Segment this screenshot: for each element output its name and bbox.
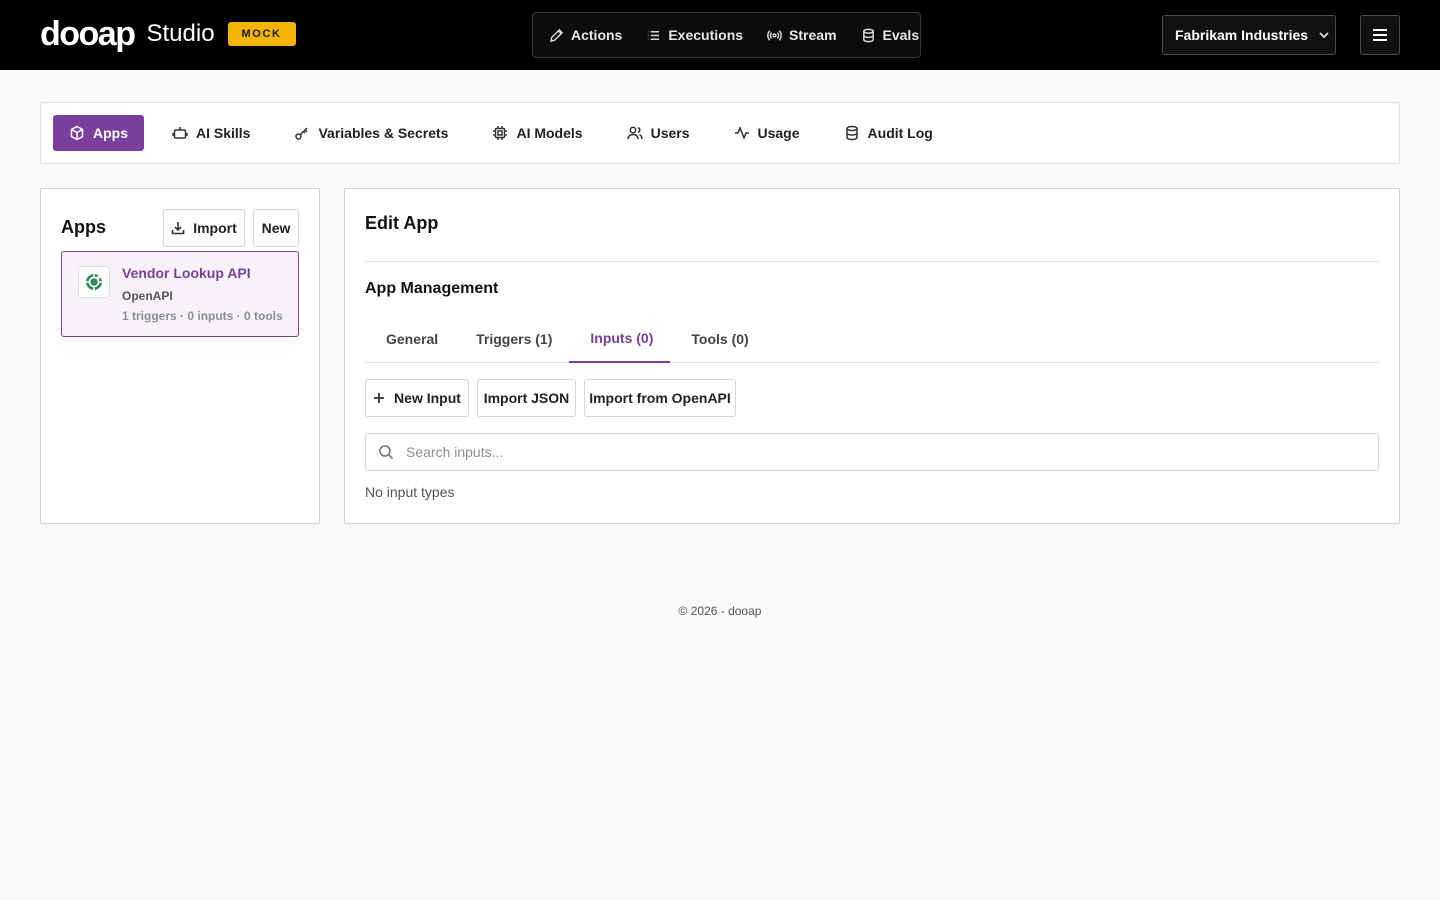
topnav-evals[interactable]: Evals [861, 27, 920, 43]
menu-button[interactable] [1360, 15, 1400, 55]
org-name: Fabrikam Industries [1175, 27, 1309, 43]
topnav-label: Evals [882, 27, 920, 43]
topnav-label: Executions [668, 27, 744, 43]
tab-label: Triggers (1) [476, 331, 553, 347]
topnav-label: Stream [789, 27, 837, 43]
section-tabs: Apps AI Skills Variables & Secrets AI Mo… [40, 102, 1400, 164]
tab-general[interactable]: General [365, 319, 455, 363]
topnav-actions[interactable]: Actions [549, 27, 622, 43]
tab-ai-models[interactable]: AI Models [476, 115, 598, 151]
hamburger-icon [1373, 29, 1387, 41]
tab-label: Audit Log [867, 125, 933, 141]
new-input-button[interactable]: New Input [365, 379, 469, 417]
tab-apps[interactable]: Apps [53, 115, 144, 151]
tab-ai-skills[interactable]: AI Skills [156, 115, 266, 151]
search-icon [379, 445, 394, 460]
tab-label: AI Models [516, 125, 583, 141]
tab-tools[interactable]: Tools (0) [670, 319, 765, 363]
chip-icon [493, 126, 508, 140]
new-input-label: New Input [394, 390, 461, 406]
users-icon [626, 126, 643, 140]
topnav-executions[interactable]: Executions [646, 27, 743, 43]
app-management-title: App Management [365, 280, 499, 297]
tab-label: Variables & Secrets [318, 125, 449, 141]
chevron-down-icon [1319, 32, 1329, 39]
empty-state-text: No input types [365, 484, 455, 500]
robot-icon [172, 127, 188, 139]
import-json-label: Import JSON [483, 390, 570, 406]
import-openapi-label: Import from OpenAPI [589, 390, 731, 406]
topnav-label: Actions [571, 27, 623, 43]
edit-app-panel: Edit App App Management General Triggers… [344, 188, 1400, 524]
tab-label: Inputs (0) [590, 330, 654, 346]
app-name: Vendor Lookup API [122, 265, 251, 281]
app-meta: 1 triggers · 0 inputs · 0 tools [122, 309, 283, 323]
footer: © 2026 - dooap [678, 604, 762, 618]
app-list-item[interactable]: Vendor Lookup API OpenAPI 1 triggers · 0… [61, 251, 299, 337]
new-button-label: New [261, 220, 291, 236]
brand-product: Studio [146, 20, 215, 47]
tab-usage[interactable]: Usage [718, 115, 816, 151]
openapi-logo-icon [78, 266, 110, 298]
tab-inputs[interactable]: Inputs (0) [569, 319, 671, 363]
database-icon [862, 28, 874, 42]
tab-label: General [386, 331, 439, 347]
app-management-tabs: General Triggers (1) Inputs (0) Tools (0… [365, 319, 1379, 363]
tab-triggers[interactable]: Triggers (1) [455, 319, 569, 363]
import-icon [171, 222, 185, 235]
tab-users[interactable]: Users [611, 115, 706, 151]
app-type: OpenAPI [122, 289, 173, 303]
mock-badge: MOCK [227, 22, 296, 46]
divider [365, 261, 1379, 262]
new-app-button[interactable]: New [253, 209, 299, 247]
edit-app-title: Edit App [365, 213, 439, 233]
tab-label: Users [650, 125, 690, 141]
org-selector[interactable]: Fabrikam Industries [1162, 15, 1336, 55]
tab-label: Tools (0) [691, 331, 749, 347]
tab-label: Usage [757, 125, 800, 141]
topnav-stream[interactable]: Stream [767, 27, 837, 43]
import-button-label: Import [193, 220, 237, 236]
list-icon [648, 30, 660, 40]
brand-logo: dooap [40, 15, 136, 53]
top-bar: dooap Studio MOCK Actions Executions Str… [0, 0, 1440, 70]
activity-icon [734, 125, 749, 141]
import-json-button[interactable]: Import JSON [477, 379, 576, 417]
top-nav: Actions Executions Stream Evals [532, 12, 921, 58]
apps-panel: Apps Import New Vendor Lookup API OpenAP… [40, 188, 320, 524]
tab-audit-log[interactable]: Audit Log [828, 115, 949, 151]
search-box [365, 433, 1379, 471]
import-button[interactable]: Import [163, 209, 245, 247]
pencil-icon [549, 28, 564, 42]
tab-variables-secrets[interactable]: Variables & Secrets [278, 115, 464, 151]
cube-icon [70, 125, 84, 141]
broadcast-icon [767, 29, 782, 41]
tab-label: Apps [93, 125, 128, 141]
brand[interactable]: dooap Studio MOCK [40, 14, 296, 54]
search-input[interactable] [406, 444, 1366, 460]
import-openapi-button[interactable]: Import from OpenAPI [584, 379, 736, 417]
database-icon [845, 125, 858, 141]
key-icon [295, 127, 308, 140]
apps-panel-title: Apps [61, 217, 106, 237]
plus-icon [374, 393, 385, 403]
tab-label: AI Skills [196, 125, 251, 141]
